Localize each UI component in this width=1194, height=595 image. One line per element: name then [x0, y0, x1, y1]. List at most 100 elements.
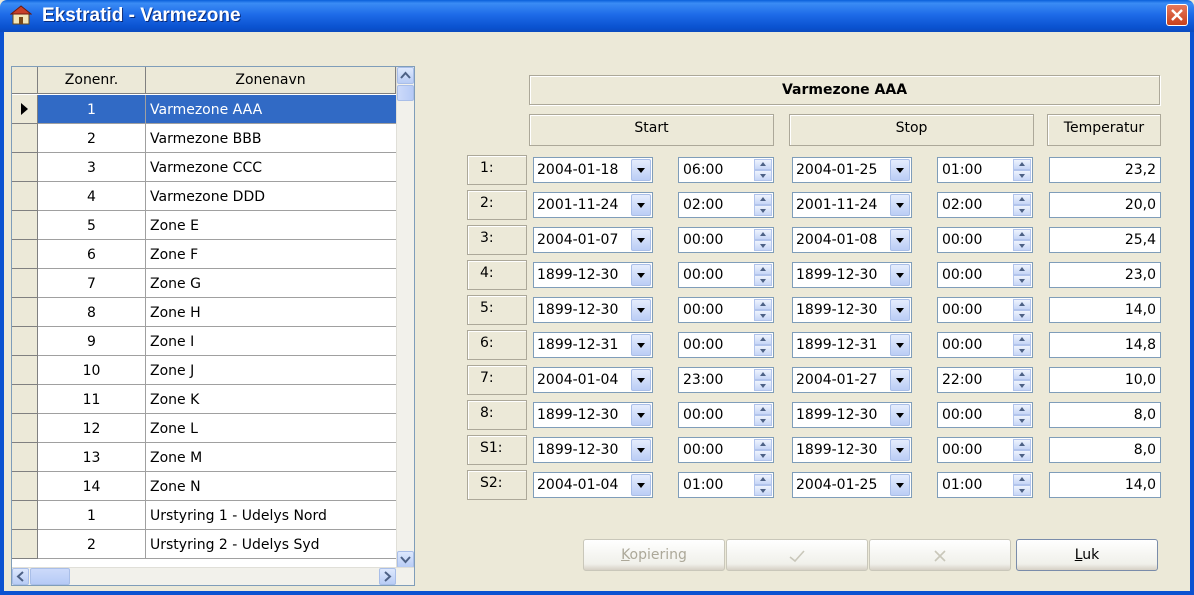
start-date-picker[interactable]: 2004-01-04	[533, 367, 653, 393]
stop-date-picker[interactable]: 2004-01-08	[792, 227, 912, 253]
zone-name-cell[interactable]: Zone J	[146, 356, 396, 385]
spin-up-icon[interactable]	[754, 369, 772, 380]
spin-down-icon[interactable]	[754, 275, 772, 286]
spin-up-icon[interactable]	[1013, 229, 1031, 240]
start-time-spinner[interactable]	[754, 264, 772, 286]
dropdown-arrow-icon[interactable]	[631, 404, 651, 426]
spin-up-icon[interactable]	[754, 299, 772, 310]
start-date-picker[interactable]: 2001-11-24	[533, 192, 653, 218]
stop-time-spinner[interactable]	[1013, 194, 1031, 216]
row-indicator[interactable]	[12, 501, 38, 530]
spin-down-icon[interactable]	[1013, 275, 1031, 286]
close-button[interactable]: Luk	[1016, 539, 1158, 571]
start-time-field[interactable]: 06:00	[678, 157, 774, 183]
zone-name-cell[interactable]: Zone H	[146, 298, 396, 327]
stop-date-picker[interactable]: 1899-12-30	[792, 402, 912, 428]
spin-up-icon[interactable]	[1013, 159, 1031, 170]
table-row[interactable]: 3 Varmezone CCC	[12, 153, 396, 182]
spin-down-icon[interactable]	[1013, 380, 1031, 391]
horizontal-scrollbar[interactable]	[12, 567, 414, 585]
spin-down-icon[interactable]	[1013, 415, 1031, 426]
temperature-field[interactable]: 14,0	[1049, 472, 1161, 498]
zone-number-cell[interactable]: 2	[38, 124, 146, 153]
zone-name-cell[interactable]: Zone G	[146, 269, 396, 298]
stop-time-field[interactable]: 02:00	[937, 192, 1033, 218]
table-row[interactable]: 9 Zone I	[12, 327, 396, 356]
zone-name-cell[interactable]: Zone F	[146, 240, 396, 269]
row-indicator[interactable]	[12, 356, 38, 385]
temperature-field[interactable]: 14,0	[1049, 297, 1161, 323]
dropdown-arrow-icon[interactable]	[631, 369, 651, 391]
row-indicator[interactable]	[12, 124, 38, 153]
stop-time-field[interactable]: 00:00	[937, 262, 1033, 288]
stop-time-spinner[interactable]	[1013, 299, 1031, 321]
vertical-scrollbar[interactable]	[396, 67, 414, 568]
row-indicator[interactable]	[12, 95, 38, 124]
start-time-field[interactable]: 00:00	[678, 227, 774, 253]
spin-up-icon[interactable]	[1013, 264, 1031, 275]
copy-button[interactable]: Kopiering	[583, 539, 725, 571]
start-time-field[interactable]: 00:00	[678, 437, 774, 463]
stop-date-picker[interactable]: 1899-12-30	[792, 437, 912, 463]
spin-down-icon[interactable]	[1013, 485, 1031, 496]
stop-time-spinner[interactable]	[1013, 439, 1031, 461]
table-row[interactable]: 1 Urstyring 1 - Udelys Nord	[12, 501, 396, 530]
stop-time-spinner[interactable]	[1013, 159, 1031, 181]
temperature-field[interactable]: 10,0	[1049, 367, 1161, 393]
table-row[interactable]: 2 Urstyring 2 - Udelys Syd	[12, 530, 396, 559]
zone-number-cell[interactable]: 14	[38, 472, 146, 501]
row-indicator[interactable]	[12, 240, 38, 269]
table-row[interactable]: 12 Zone L	[12, 414, 396, 443]
temperature-field[interactable]: 23,0	[1049, 262, 1161, 288]
row-indicator[interactable]	[12, 211, 38, 240]
zone-name-cell[interactable]: Urstyring 1 - Udelys Nord	[146, 501, 396, 530]
row-indicator[interactable]	[12, 327, 38, 356]
temperature-field[interactable]: 20,0	[1049, 192, 1161, 218]
stop-time-field[interactable]: 00:00	[937, 402, 1033, 428]
spin-up-icon[interactable]	[754, 439, 772, 450]
start-time-spinner[interactable]	[754, 334, 772, 356]
start-time-spinner[interactable]	[754, 229, 772, 251]
table-row[interactable]: 10 Zone J	[12, 356, 396, 385]
table-row[interactable]: 7 Zone G	[12, 269, 396, 298]
dropdown-arrow-icon[interactable]	[890, 474, 910, 496]
spin-up-icon[interactable]	[754, 404, 772, 415]
dropdown-arrow-icon[interactable]	[631, 264, 651, 286]
zone-number-cell[interactable]: 5	[38, 211, 146, 240]
spin-down-icon[interactable]	[754, 345, 772, 356]
scroll-up-button[interactable]	[397, 67, 414, 84]
spin-down-icon[interactable]	[754, 450, 772, 461]
stop-time-field[interactable]: 00:00	[937, 297, 1033, 323]
dropdown-arrow-icon[interactable]	[890, 194, 910, 216]
stop-time-spinner[interactable]	[1013, 229, 1031, 251]
dropdown-arrow-icon[interactable]	[890, 229, 910, 251]
spin-down-icon[interactable]	[754, 310, 772, 321]
stop-time-spinner[interactable]	[1013, 474, 1031, 496]
spin-up-icon[interactable]	[1013, 299, 1031, 310]
zone-name-cell[interactable]: Zone M	[146, 443, 396, 472]
table-row[interactable]: 6 Zone F	[12, 240, 396, 269]
row-indicator[interactable]	[12, 182, 38, 211]
close-window-button[interactable]	[1166, 4, 1188, 26]
row-indicator[interactable]	[12, 153, 38, 182]
start-time-field[interactable]: 00:00	[678, 297, 774, 323]
dropdown-arrow-icon[interactable]	[890, 369, 910, 391]
stop-time-field[interactable]: 01:00	[937, 472, 1033, 498]
start-date-picker[interactable]: 2004-01-07	[533, 227, 653, 253]
stop-date-picker[interactable]: 1899-12-30	[792, 297, 912, 323]
zone-grid[interactable]: Zonenr. Zonenavn 1 Varmezone AAA 2 Varmezon…	[11, 66, 415, 586]
scroll-left-button[interactable]	[12, 568, 29, 585]
spin-up-icon[interactable]	[754, 194, 772, 205]
start-time-field[interactable]: 01:00	[678, 472, 774, 498]
table-row[interactable]: 13 Zone M	[12, 443, 396, 472]
spin-down-icon[interactable]	[754, 485, 772, 496]
row-indicator[interactable]	[12, 298, 38, 327]
start-time-spinner[interactable]	[754, 369, 772, 391]
table-row[interactable]: 11 Zone K	[12, 385, 396, 414]
spin-down-icon[interactable]	[754, 380, 772, 391]
stop-time-spinner[interactable]	[1013, 334, 1031, 356]
start-date-picker[interactable]: 1899-12-31	[533, 332, 653, 358]
temperature-field[interactable]: 25,4	[1049, 227, 1161, 253]
table-row[interactable]: 1 Varmezone AAA	[12, 95, 396, 124]
start-date-picker[interactable]: 2004-01-18	[533, 157, 653, 183]
